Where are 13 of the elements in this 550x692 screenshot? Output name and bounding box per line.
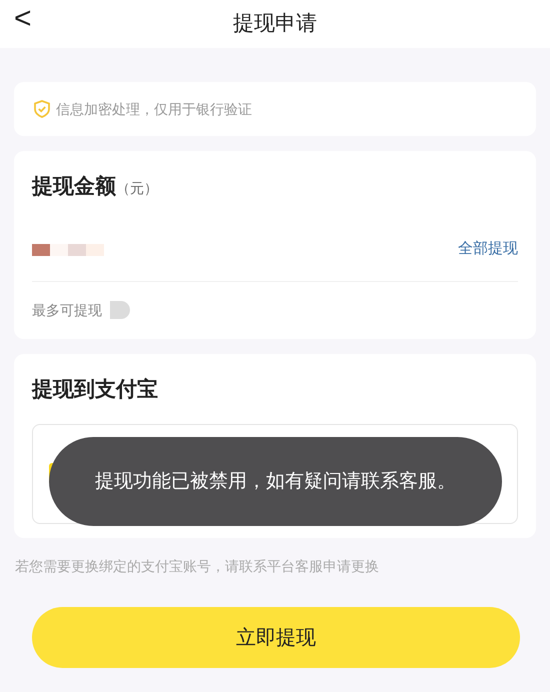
back-button[interactable]: < (14, 4, 32, 34)
submit-button[interactable]: 立即提现 (32, 607, 520, 668)
page-title: 提现申请 (233, 11, 317, 38)
max-amount-label: 最多可提现 (32, 300, 102, 320)
hint-text: 若您需要更换绑定的支付宝账号，请联系平台客服申请更换 (14, 557, 380, 576)
amount-title: 提现金额 (32, 174, 116, 200)
withdraw-all-link[interactable]: 全部提现 (458, 238, 518, 261)
redacted-amount (110, 301, 130, 319)
notice-text: 信息加密处理，仅用于银行验证 (56, 100, 252, 118)
toast-message: 提现功能已被禁用，如有疑问请联系客服。 (49, 437, 502, 526)
alipay-title: 提现到支付宝 (32, 376, 159, 403)
shield-check-icon (34, 100, 50, 118)
unit-label: （元） (116, 179, 158, 198)
